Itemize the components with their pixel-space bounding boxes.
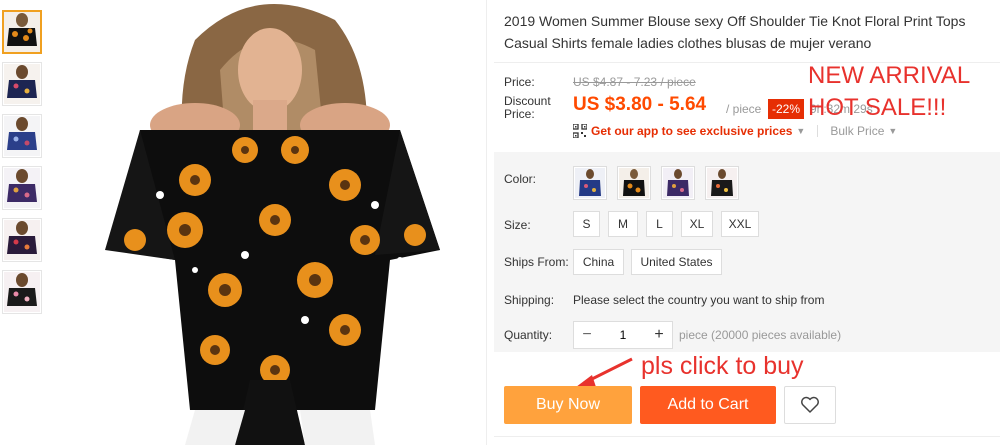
quantity-stepper: − + (573, 321, 673, 349)
size-option-xl[interactable]: XL (681, 211, 713, 237)
blouse-thumbnail-icon (4, 220, 40, 260)
ships-from-united-states[interactable]: United States (631, 249, 722, 275)
bulk-price-link[interactable]: Bulk Price (830, 124, 884, 138)
app-promo-row: Get our app to see exclusive prices ▼ Bu… (573, 124, 897, 138)
thumbnail-1[interactable] (2, 10, 42, 54)
blouse-thumbnail-icon (4, 64, 40, 104)
original-price: US $4.87 - 7.23 / piece (573, 75, 696, 89)
quantity-increase-button[interactable]: + (646, 322, 672, 348)
heart-icon (801, 396, 819, 413)
hot-sale-note: HOT SALE!!! (808, 94, 947, 121)
blouse-thumbnail-icon (4, 12, 40, 52)
discount-badge: -22% (768, 99, 804, 119)
size-option-l[interactable]: L (646, 211, 673, 237)
blouse-model-photo (45, 0, 485, 445)
stock-availability: piece (20000 pieces available) (679, 328, 842, 342)
size-option-m[interactable]: M (608, 211, 638, 237)
promo-separator (817, 125, 819, 137)
shipping-message: Please select the country you want to sh… (573, 293, 825, 307)
main-product-image (45, 0, 485, 445)
blouse-thumbnail-icon (4, 116, 40, 156)
color-swatch-image (619, 168, 649, 198)
color-swatch-black-sunflower[interactable] (617, 166, 651, 200)
color-label: Color: (504, 172, 537, 186)
thumbnail-6[interactable] (2, 270, 42, 314)
color-swatch-image (575, 168, 605, 198)
shipping-label: Shipping: (504, 293, 555, 307)
product-title: 2019 Women Summer Blouse sexy Off Should… (504, 13, 966, 51)
thumbnail-list (2, 10, 44, 322)
chevron-down-icon[interactable]: ▼ (796, 126, 805, 136)
new-arrival-note: NEW ARRIVAL (808, 62, 971, 89)
quantity-label: Quantity: (504, 328, 553, 342)
color-swatch-black-floral[interactable] (705, 166, 739, 200)
color-swatch-image (663, 168, 693, 198)
discount-price: US $3.80 - 5.64 (573, 94, 707, 115)
quantity-input[interactable] (600, 322, 646, 348)
buy-now-button[interactable]: Buy Now (504, 386, 632, 424)
ships-from-china[interactable]: China (573, 249, 624, 275)
column-divider (486, 0, 487, 445)
price-unit: / piece (726, 102, 762, 116)
price-label: Price: (504, 75, 535, 89)
ships-from-label: Ships From: (504, 255, 569, 269)
color-swatch-navy-floral[interactable] (573, 166, 607, 200)
discount-price-label: Discount Price: (504, 95, 551, 121)
thumbnail-4[interactable] (2, 166, 42, 210)
color-swatch-image (707, 168, 737, 198)
wishlist-button[interactable] (784, 386, 836, 424)
click-to-buy-note: pls click to buy (641, 352, 804, 380)
quantity-decrease-button[interactable]: − (574, 322, 600, 348)
blouse-thumbnail-icon (4, 272, 40, 312)
add-to-cart-button[interactable]: Add to Cart (640, 386, 776, 424)
bottom-divider (494, 436, 1000, 437)
qr-code-icon (573, 124, 587, 138)
app-promo-link[interactable]: Get our app to see exclusive prices (591, 124, 792, 138)
discount-label-line2: Price: (504, 107, 535, 121)
options-panel (494, 152, 1000, 352)
size-label: Size: (504, 218, 531, 232)
color-swatch-purple-floral[interactable] (661, 166, 695, 200)
thumbnail-3[interactable] (2, 114, 42, 158)
size-option-xxl[interactable]: XXL (721, 211, 759, 237)
thumbnail-2[interactable] (2, 62, 42, 106)
chevron-down-icon[interactable]: ▼ (888, 126, 897, 136)
size-option-s[interactable]: S (573, 211, 600, 237)
blouse-thumbnail-icon (4, 168, 40, 208)
thumbnail-5[interactable] (2, 218, 42, 262)
